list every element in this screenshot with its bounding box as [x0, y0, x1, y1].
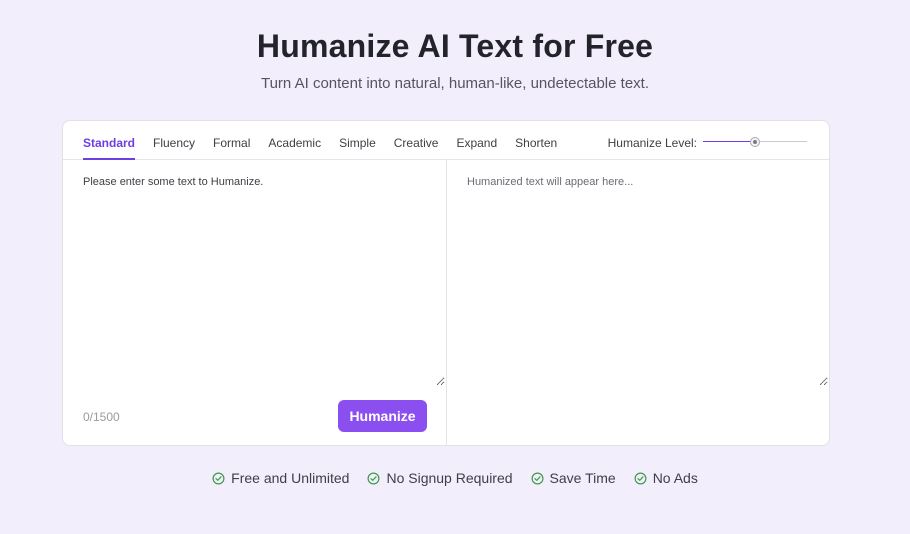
- tab-creative[interactable]: Creative: [394, 121, 439, 160]
- tab-formal[interactable]: Formal: [213, 121, 250, 160]
- feature-label: Free and Unlimited: [231, 470, 350, 486]
- input-pane: 0/1500 Humanize: [63, 160, 447, 446]
- tab-fluency[interactable]: Fluency: [153, 121, 195, 160]
- feature-item: No Ads: [634, 470, 698, 486]
- check-circle-icon: [531, 472, 544, 485]
- tab-academic[interactable]: Academic: [268, 121, 321, 160]
- slider-thumb[interactable]: [750, 137, 760, 147]
- tab-expand[interactable]: Expand: [456, 121, 497, 160]
- check-circle-icon: [634, 472, 647, 485]
- feature-label: No Signup Required: [386, 470, 513, 486]
- tab-standard[interactable]: Standard: [83, 121, 136, 160]
- check-circle-icon: [367, 472, 380, 485]
- tab-shorten[interactable]: Shorten: [515, 121, 557, 160]
- feature-item: No Signup Required: [367, 470, 513, 486]
- input-textarea[interactable]: [83, 176, 445, 386]
- tab-simple[interactable]: Simple: [339, 121, 376, 160]
- feature-item: Free and Unlimited: [212, 470, 349, 486]
- humanize-button[interactable]: Humanize: [338, 400, 427, 432]
- mode-tabs: Standard Fluency Formal Academic Simple …: [83, 121, 575, 160]
- slider-fill: [703, 141, 755, 142]
- humanize-level-slider[interactable]: [703, 136, 807, 148]
- feature-label: No Ads: [652, 470, 698, 486]
- char-count: 0/1500: [83, 410, 120, 424]
- humanize-level-label: Humanize Level:: [607, 136, 697, 150]
- feature-item: Save Time: [531, 470, 616, 486]
- output-pane: [447, 160, 830, 446]
- mode-tabs-bar: Standard Fluency Formal Academic Simple …: [63, 121, 829, 160]
- humanize-level: Humanize Level:: [608, 121, 807, 160]
- check-circle-icon: [212, 472, 225, 485]
- page-subtitle: Turn AI content into natural, human-like…: [260, 75, 649, 92]
- feature-list: Free and Unlimited No Signup Required Sa…: [0, 470, 910, 486]
- humanizer-card: Standard Fluency Formal Academic Simple …: [62, 120, 830, 446]
- page-title: Humanize AI Text for Free: [256, 28, 654, 64]
- feature-label: Save Time: [549, 470, 616, 486]
- output-textarea[interactable]: [467, 176, 828, 386]
